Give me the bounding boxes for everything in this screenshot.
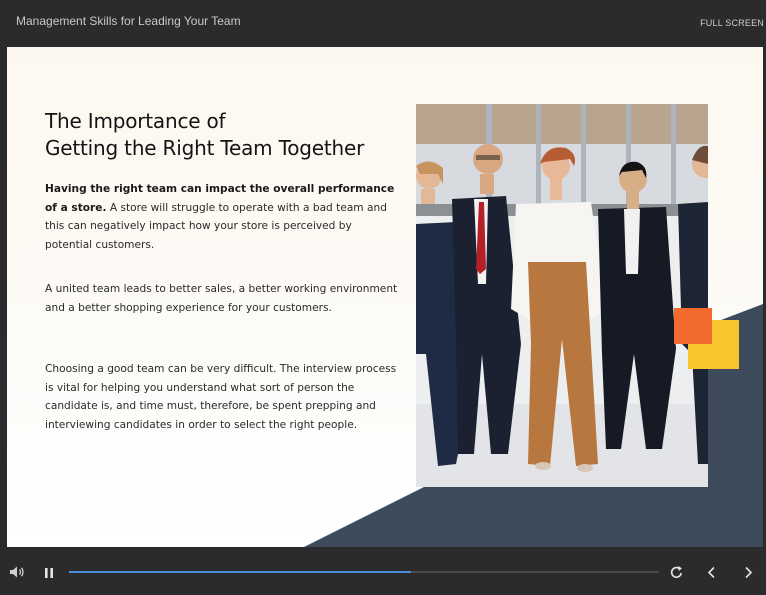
paragraph-1: Having the right team can impact the ove… (45, 180, 400, 254)
chevron-right-icon[interactable] (741, 565, 755, 580)
player-top-bar: Management Skills for Leading Your Team … (0, 0, 766, 46)
team-photo (416, 104, 708, 487)
slide-heading-line-2: Getting the Right Team Together (45, 136, 365, 160)
slide-heading-line-1: The Importance of (45, 109, 226, 133)
course-title: Management Skills for Leading Your Team (16, 14, 241, 28)
chevron-left-icon[interactable] (705, 565, 719, 580)
fullscreen-button[interactable]: FULL SCREEN (700, 18, 764, 28)
pause-icon[interactable] (42, 566, 56, 580)
paragraph-2: A united team leads to better sales, a b… (45, 283, 398, 314)
slide-heading: The Importance of Getting the Right Team… (45, 108, 405, 162)
replay-icon[interactable] (669, 565, 684, 580)
progress-fill (69, 571, 412, 573)
volume-icon[interactable] (9, 565, 25, 579)
slide-canvas: The Importance of Getting the Right Team… (7, 47, 763, 547)
player-controls (0, 549, 766, 595)
progress-track[interactable] (69, 571, 659, 573)
team-photo-illustration (416, 104, 708, 487)
orange-accent-square (674, 308, 712, 344)
paragraph-3: Choosing a good team can be very difficu… (45, 363, 397, 431)
